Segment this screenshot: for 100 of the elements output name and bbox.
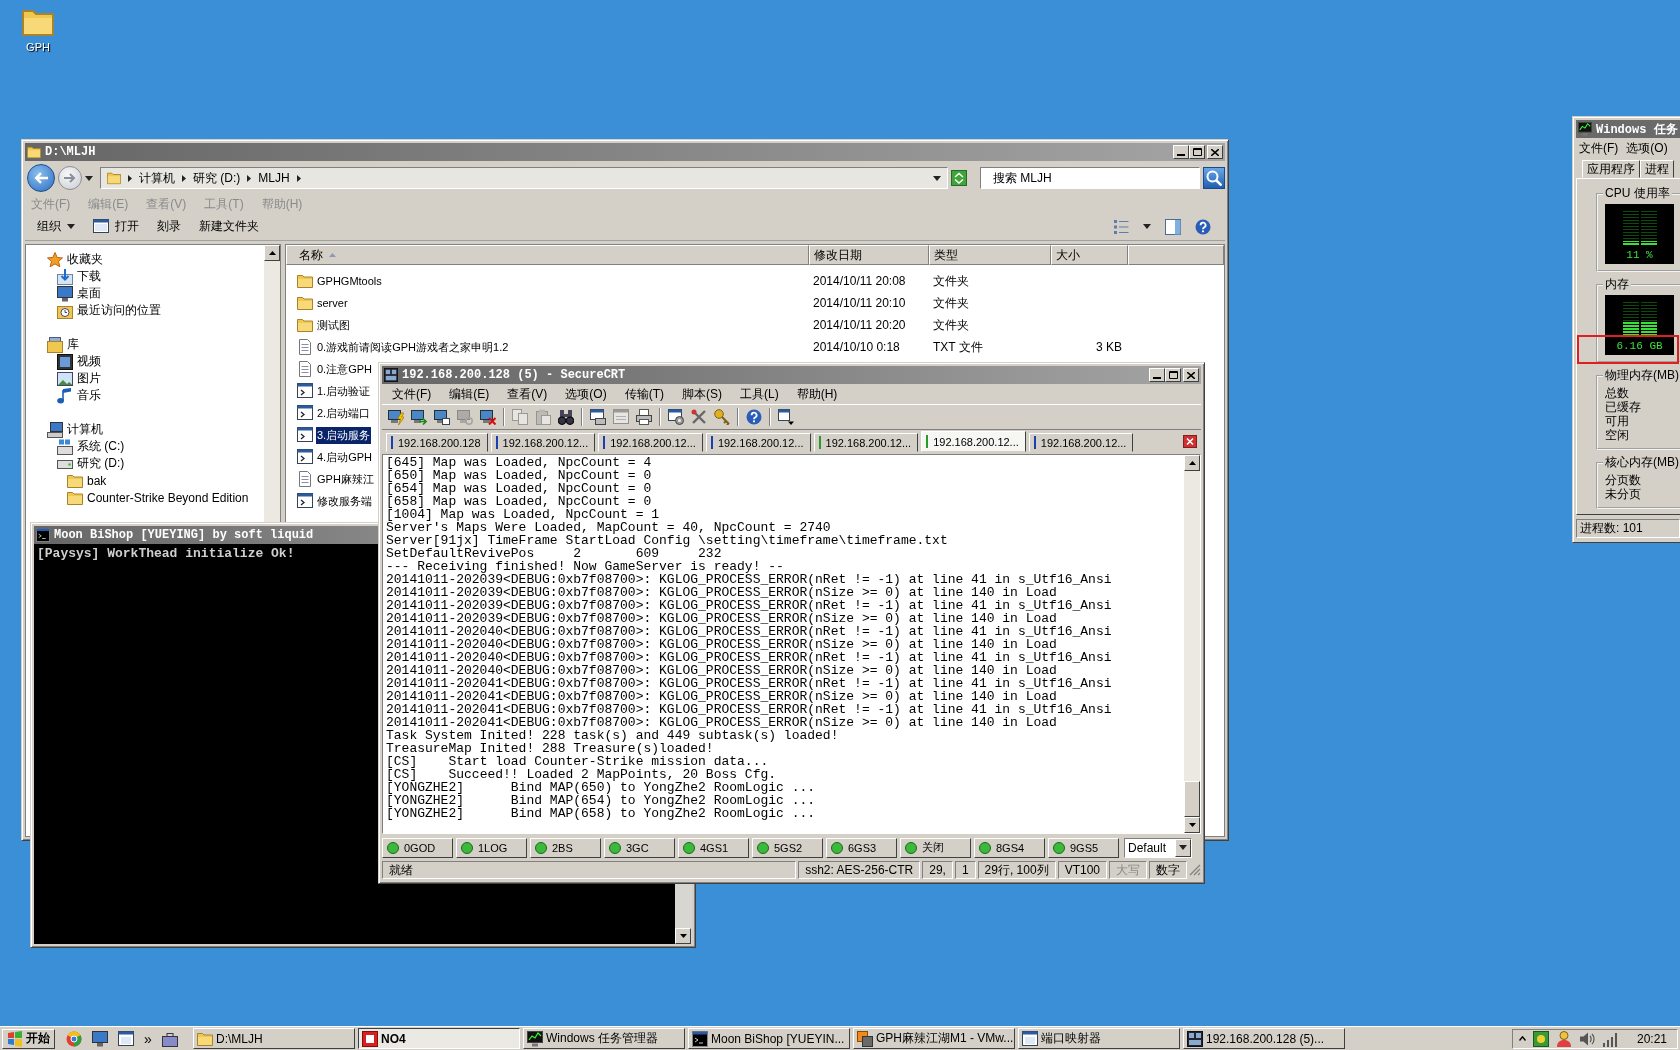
user-icon[interactable] — [1555, 1030, 1572, 1047]
window-gear-icon[interactable] — [668, 409, 684, 425]
program-icon[interactable] — [297, 427, 313, 443]
music-note-icon[interactable] — [57, 387, 73, 404]
nav-item[interactable]: 系统 (C:) — [77, 438, 125, 455]
overflow-button[interactable]: » — [144, 1030, 152, 1047]
view-list-icon[interactable] — [1113, 218, 1129, 235]
command-button[interactable]: 5GS2 — [752, 837, 823, 858]
nav-item[interactable]: 下载 — [77, 268, 101, 285]
folder-icon[interactable] — [67, 489, 83, 506]
close-button[interactable] — [1207, 145, 1223, 159]
caret-icon[interactable] — [933, 175, 941, 181]
nav-item[interactable]: 图片 — [77, 370, 101, 387]
window-icon[interactable] — [778, 409, 794, 425]
nav-item[interactable]: 音乐 — [77, 387, 101, 404]
menu-item[interactable]: 脚本(S) — [682, 385, 722, 403]
command-button[interactable]: 4GS1 — [678, 837, 749, 858]
key-icon[interactable] — [714, 409, 730, 425]
file-name[interactable]: 测试图 — [316, 316, 351, 334]
monitor-tab-icon[interactable] — [434, 409, 450, 425]
taskbar-button[interactable]: 192.168.200.128 (5)... — [1183, 1028, 1345, 1049]
monitor-bolt-icon[interactable] — [388, 409, 404, 425]
monitor-arrow-icon[interactable] — [411, 409, 427, 425]
preview-pane-icon[interactable] — [1165, 218, 1181, 235]
command-button[interactable]: 关闭 — [900, 837, 971, 858]
speaker-icon[interactable] — [1578, 1030, 1595, 1047]
maximize-button[interactable] — [1165, 368, 1181, 382]
menu-item[interactable]: 文件(F) — [392, 385, 432, 403]
command-button[interactable]: 2BS — [530, 837, 601, 858]
computer-icon[interactable] — [47, 421, 63, 438]
command-button[interactable]: 8GS4 — [974, 837, 1045, 858]
session-tab[interactable]: 192.168.200.12... — [598, 433, 703, 452]
caret-icon[interactable] — [85, 175, 93, 181]
window-icon[interactable] — [118, 1030, 134, 1047]
monitor-icon[interactable] — [57, 285, 73, 302]
taskbar-button[interactable]: 端口映射器 — [1018, 1028, 1180, 1049]
nav-item[interactable]: 收藏夹 — [67, 251, 103, 268]
caret-up-icon[interactable] — [1518, 1036, 1526, 1041]
nav-item[interactable]: 最近访问的位置 — [77, 302, 161, 319]
library-icon[interactable] — [47, 336, 63, 353]
session-tab[interactable]: 192.168.200.12... — [490, 433, 596, 452]
command-button[interactable]: 1LOG — [456, 837, 527, 858]
tab[interactable]: 进程 — [1640, 160, 1674, 178]
nav-item[interactable]: 研究 (D:) — [77, 455, 125, 472]
program-icon[interactable] — [297, 405, 313, 421]
command-button[interactable]: 9GS5 — [1048, 837, 1119, 858]
file-name[interactable]: 3.启动服务 — [316, 426, 372, 444]
taskbar-button[interactable]: Windows 任务管理器 — [523, 1028, 685, 1049]
color-wheel-icon[interactable] — [66, 1030, 82, 1047]
start-button[interactable]: 开始 — [2, 1028, 55, 1049]
program-icon[interactable] — [297, 493, 313, 509]
command-button[interactable]: 0GOD — [382, 837, 453, 858]
column-header[interactable]: 大小 — [1051, 245, 1128, 265]
nav-item[interactable]: 计算机 — [67, 421, 103, 438]
menu-item[interactable]: 编辑(E) — [449, 385, 490, 403]
binoculars-icon[interactable] — [558, 409, 574, 425]
nav-item[interactable]: Counter-Strike Beyond Edition — [87, 490, 249, 505]
file-name[interactable]: server — [316, 296, 349, 310]
file-name[interactable]: 修改服务端 — [316, 492, 373, 510]
nav-item[interactable]: bak — [87, 473, 107, 488]
scroll-thumb[interactable] — [1184, 781, 1200, 817]
film-icon[interactable] — [57, 353, 73, 370]
taskbar-button[interactable]: NO4 — [358, 1028, 520, 1049]
caret-icon[interactable] — [1143, 224, 1151, 229]
star-icon[interactable] — [47, 251, 63, 268]
folder-icon[interactable] — [297, 295, 313, 311]
column-header[interactable]: 类型 — [929, 245, 1051, 265]
taskbar-button[interactable]: Moon BiShop [YUEYIN... — [688, 1028, 850, 1049]
menu-item[interactable]: 查看(V) — [507, 385, 548, 403]
picture-icon[interactable] — [57, 370, 73, 387]
file-name[interactable]: GPH麻辣江 — [316, 470, 375, 488]
address-bar[interactable]: 计算机 研究 (D:) MLJH — [100, 167, 948, 189]
column-header[interactable]: 名称 — [286, 245, 809, 265]
menu-item[interactable]: 工具(L) — [740, 385, 779, 403]
document-icon[interactable] — [297, 471, 313, 487]
command-button[interactable]: 6GS3 — [826, 837, 897, 858]
scroll-down-button[interactable] — [1184, 817, 1200, 833]
breadcrumb-item[interactable]: 研究 (D:) — [193, 169, 241, 187]
menu-item[interactable]: 文件(F) — [1579, 139, 1619, 157]
search-button[interactable] — [1203, 167, 1225, 189]
refresh-icon[interactable] — [951, 170, 967, 186]
monitor-cross-icon[interactable] — [480, 409, 496, 425]
window-printer-icon[interactable] — [590, 409, 606, 425]
taskbar-button[interactable]: D:\MLJH — [193, 1028, 355, 1049]
toolbar-button[interactable]: 刻录 — [155, 216, 183, 237]
session-tab[interactable]: 192.168.200.12... — [813, 433, 919, 452]
session-dropdown[interactable]: Default — [1124, 837, 1192, 858]
scroll-up-button[interactable] — [264, 245, 280, 261]
menu-item[interactable]: 帮助(H) — [796, 385, 838, 403]
breadcrumb-item[interactable]: MLJH — [258, 171, 290, 185]
download-icon[interactable] — [57, 268, 73, 285]
folder-icon[interactable] — [67, 472, 83, 489]
command-button[interactable]: 3GC — [604, 837, 675, 858]
folder-icon[interactable] — [297, 273, 313, 289]
nav-item[interactable]: 库 — [67, 336, 79, 353]
printer-icon[interactable] — [636, 409, 652, 425]
scroll-down-button[interactable] — [675, 928, 691, 944]
file-name[interactable]: GPHGMtools — [316, 274, 383, 288]
nav-item[interactable]: 视频 — [77, 353, 101, 370]
search-field[interactable]: 搜索 MLJH — [980, 167, 1200, 189]
